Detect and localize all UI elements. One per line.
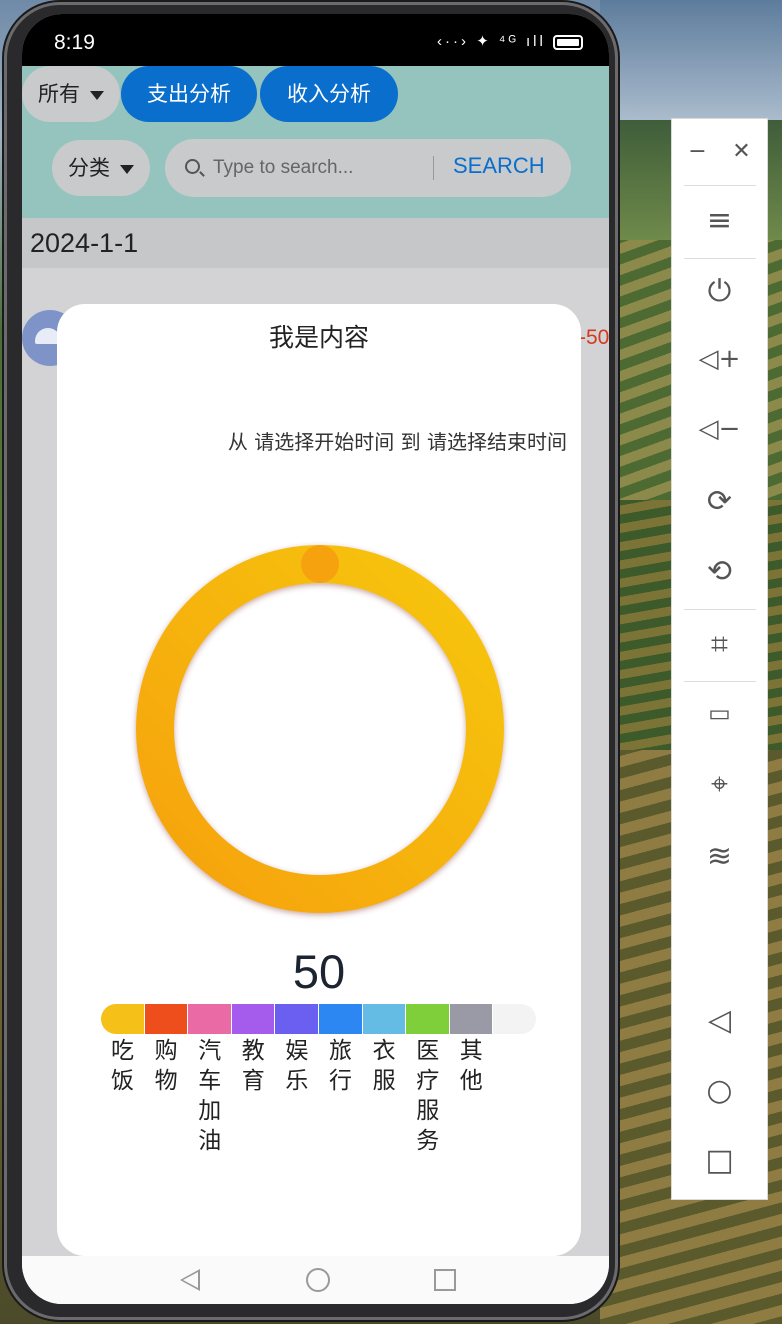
legend-label: 医疗服务 (416, 1038, 440, 1154)
date-label: 2024-1-1 (30, 228, 139, 258)
caret-down-icon (90, 90, 104, 100)
category-dropdown-label: 分类 (68, 156, 110, 180)
power-icon[interactable]: ⏻ (672, 274, 767, 309)
search-divider (433, 156, 434, 180)
search-button[interactable]: SEARCH (453, 153, 545, 179)
legend-label: 其他 (459, 1038, 483, 1094)
date-range: 从 请选择开始时间 到 请选择结束时间 (228, 426, 567, 455)
status-bar: 8:19 ‹··› ✦ ⁴ᴳ ıll (22, 14, 609, 66)
date-header: 2024-1-1 (22, 218, 609, 268)
back-icon[interactable] (180, 1269, 200, 1291)
wifi-icon[interactable]: ≋ (672, 839, 767, 874)
start-time-picker[interactable]: 请选择开始时间 (254, 430, 394, 454)
scope-dropdown[interactable]: 所有 (22, 66, 120, 122)
legend-label: 娱乐 (285, 1038, 309, 1094)
legend-label: 旅行 (329, 1038, 352, 1094)
phone-screen: 8:19 ‹··› ✦ ⁴ᴳ ıll 所有 支出分析 收入分析 分类 SEARC… (22, 14, 609, 1304)
home-icon[interactable] (306, 1268, 330, 1292)
volume-down-icon[interactable]: ◁− (672, 414, 767, 444)
menu-icon[interactable]: ≡ (672, 203, 767, 238)
rotate-left-icon[interactable]: ⟲ (672, 554, 767, 589)
android-nav-bar (22, 1256, 609, 1304)
close-icon[interactable]: ✕ (694, 139, 782, 164)
legend-swatch (362, 1004, 406, 1034)
legend-swatch (231, 1004, 275, 1034)
legend-swatch (275, 1004, 318, 1034)
crop-icon[interactable]: ⌗ (672, 627, 767, 662)
back-icon[interactable]: ◁ (672, 1003, 767, 1038)
range-from-label: 从 (227, 430, 248, 454)
total-amount: 50 (292, 945, 346, 998)
legend-label: 教育 (241, 1038, 265, 1094)
donut-chart (136, 545, 504, 913)
legend-label: 衣服 (372, 1038, 396, 1094)
phone-frame: 8:19 ‹··› ✦ ⁴ᴳ ıll 所有 支出分析 收入分析 分类 SEARC… (4, 2, 618, 1320)
location-icon[interactable]: ⌖ (672, 767, 767, 802)
battery-icon (553, 34, 583, 50)
status-icons: ‹··› ✦ ⁴ᴳ ıll (437, 32, 583, 50)
legend-label: 购物 (154, 1038, 178, 1094)
modal-title: 我是内容 (268, 323, 369, 352)
recent-apps-icon[interactable] (434, 1269, 456, 1291)
caret-down-icon (120, 164, 134, 174)
status-time: 8:19 (54, 31, 95, 54)
donut-slice-cap (301, 545, 339, 583)
legend-swatch (493, 1004, 536, 1034)
legend-swatch (188, 1004, 231, 1034)
end-time-picker[interactable]: 请选择结束时间 (427, 430, 567, 454)
emulator-control-panel: − ✕ ≡ ⏻ ◁+ ◁− ⟳ ⟲ ⌗ ▭ ⌖ ≋ ◁ ○ □ (671, 118, 768, 1200)
scope-dropdown-label: 所有 (38, 82, 80, 106)
analysis-modal: 我是内容 从 请选择开始时间 到 请选择结束时间 50 吃 饭 购 物 汽 车 … (57, 304, 581, 1256)
legend-swatch (101, 1004, 144, 1034)
donut-slice-0[interactable] (136, 545, 504, 913)
filter-bar: 所有 支出分析 收入分析 分类 SEARCH (22, 66, 609, 218)
category-color-legend (101, 1004, 537, 1034)
income-analysis-button[interactable]: 收入分析 (260, 66, 398, 122)
home-icon[interactable]: ○ (672, 1073, 767, 1108)
search-icon (185, 159, 200, 174)
legend-swatch (406, 1004, 449, 1034)
overview-icon[interactable]: □ (672, 1143, 767, 1178)
search-input[interactable] (213, 153, 423, 183)
battery-icon[interactable]: ▭ (672, 699, 767, 727)
volume-up-icon[interactable]: ◁+ (672, 344, 767, 374)
category-dropdown[interactable]: 分类 (52, 140, 150, 196)
expense-analysis-button[interactable]: 支出分析 (121, 66, 257, 122)
legend-swatch (144, 1004, 188, 1034)
donut-slices (136, 545, 504, 913)
legend-swatch (449, 1004, 493, 1034)
transaction-amount: -50 (579, 326, 609, 349)
legend-swatch (319, 1004, 362, 1034)
range-to-label: 到 (400, 430, 421, 454)
legend-label: 汽车加油 (198, 1038, 222, 1154)
search-bar: SEARCH (165, 139, 571, 197)
signal-icons: ‹··› ✦ ⁴ᴳ ıll (437, 33, 546, 50)
legend-label: 吃饭 (111, 1038, 134, 1094)
rotate-right-icon[interactable]: ⟳ (672, 484, 767, 519)
